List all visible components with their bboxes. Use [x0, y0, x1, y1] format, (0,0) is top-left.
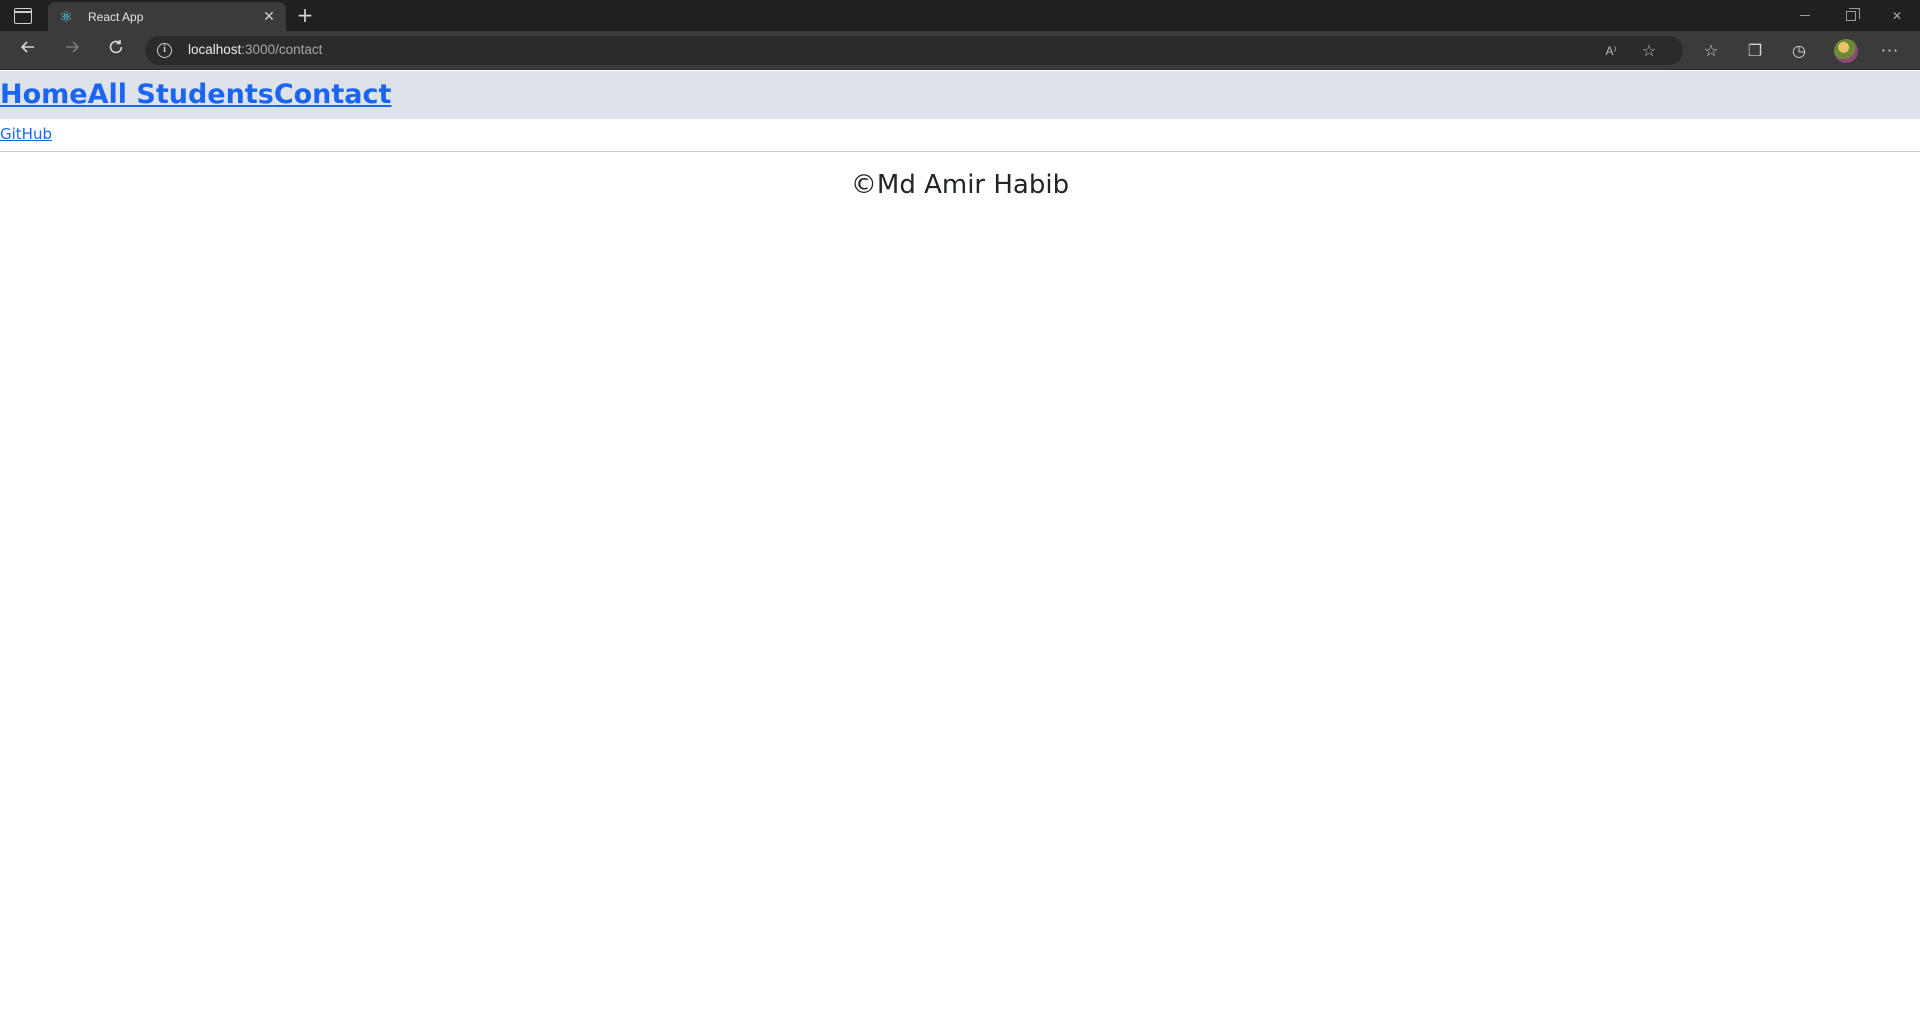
- browser-tab[interactable]: ⚛ React App ✕: [48, 2, 286, 31]
- favorites-icon[interactable]: ☆: [1699, 39, 1723, 63]
- reload-icon: [109, 40, 123, 54]
- minimize-button[interactable]: [1782, 0, 1828, 31]
- close-icon: ✕: [1891, 8, 1903, 23]
- info-icon[interactable]: i: [157, 43, 172, 58]
- minimize-icon: [1800, 15, 1810, 16]
- github-link[interactable]: GitHub: [0, 125, 52, 143]
- restore-button[interactable]: [1828, 0, 1874, 31]
- tab-title: React App: [88, 9, 144, 24]
- divider: [0, 151, 1920, 152]
- new-tab-button[interactable]: +: [294, 4, 316, 26]
- more-icon[interactable]: ···: [1878, 39, 1902, 63]
- profile-avatar[interactable]: [1834, 39, 1858, 63]
- nav-link-home[interactable]: Home: [0, 71, 88, 119]
- top-navigation: Home All Students Contact: [0, 71, 1920, 119]
- browser-toolbar: i localhost:3000/contact A⁾ ☆ ☆ ❐ ◷ ···: [0, 31, 1920, 70]
- read-aloud-icon[interactable]: A⁾: [1601, 41, 1621, 61]
- forward-button[interactable]: [59, 38, 85, 64]
- history-icon[interactable]: ◷: [1787, 39, 1811, 63]
- url-text[interactable]: localhost:3000/contact: [188, 42, 322, 57]
- forward-icon: [66, 41, 80, 53]
- copyright-footer: ©Md Amir Habib: [850, 170, 1070, 200]
- address-bar[interactable]: i localhost:3000/contact A⁾ ☆: [145, 36, 1683, 65]
- window-controls: ✕: [1782, 0, 1920, 31]
- url-host: localhost: [188, 42, 242, 57]
- tab-actions-icon[interactable]: [14, 8, 32, 24]
- back-button[interactable]: [15, 38, 41, 64]
- browser-titlebar: ⚛ React App ✕ + ✕: [0, 0, 1920, 31]
- back-icon: [20, 41, 34, 53]
- nav-link-contact[interactable]: Contact: [274, 71, 392, 119]
- react-icon: ⚛: [59, 7, 73, 26]
- url-path: :3000/contact: [241, 42, 323, 57]
- reload-button[interactable]: [103, 38, 129, 64]
- close-tab-icon[interactable]: ✕: [260, 8, 278, 26]
- restore-icon: [1846, 7, 1860, 21]
- nav-link-all-students[interactable]: All Students: [88, 71, 274, 119]
- add-favorite-icon[interactable]: ☆: [1639, 41, 1659, 61]
- github-row: GitHub: [0, 119, 1920, 151]
- page-content: Home All Students Contact GitHub ©Md Amir …: [0, 71, 1920, 1029]
- close-window-button[interactable]: ✕: [1874, 0, 1920, 31]
- collections-icon[interactable]: ❐: [1743, 39, 1767, 63]
